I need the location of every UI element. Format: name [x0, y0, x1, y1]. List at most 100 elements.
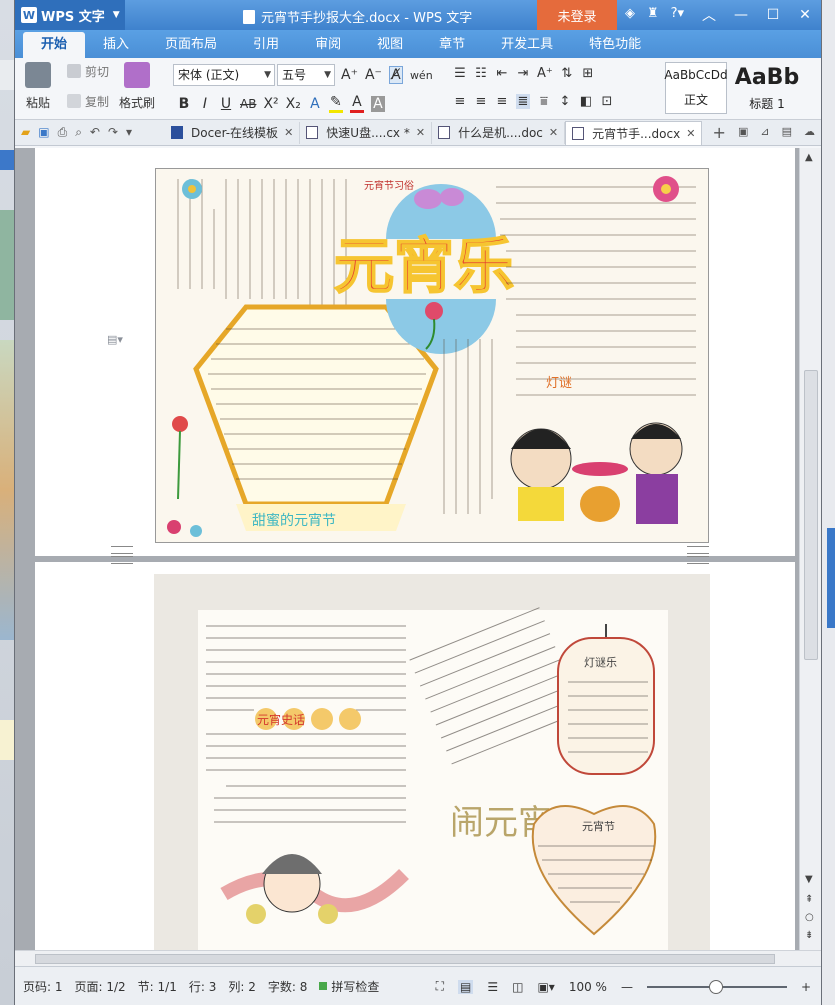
tab-view[interactable]: 视图 [359, 32, 421, 58]
decrease-indent-icon[interactable]: ⇤ [495, 66, 509, 81]
page-1[interactable]: ▤▾ 元宵乐 灯谜 甜蜜的元宵节 元宵节习俗 [35, 148, 795, 556]
table-icon[interactable]: ⊞ [581, 66, 595, 81]
strikethrough-icon[interactable]: AB [240, 97, 256, 111]
tab-page-layout[interactable]: 页面布局 [147, 32, 235, 58]
borders-icon[interactable]: ⊡ [600, 94, 614, 109]
style-heading-1[interactable]: AaBb 标题 1 [727, 62, 807, 114]
web-view-icon[interactable]: ◫ [512, 980, 523, 994]
pinyin-icon[interactable]: wén [410, 69, 433, 82]
window-icon[interactable]: ▣ [738, 125, 748, 138]
tab-review[interactable]: 审阅 [297, 32, 359, 58]
close-tab-icon[interactable]: ✕ [416, 126, 425, 139]
font-name-select[interactable]: 宋体 (正文) ▼ [173, 64, 275, 86]
zoom-out-icon[interactable]: — [621, 980, 633, 994]
char-shading-icon[interactable]: A [370, 95, 385, 112]
shrink-font-icon[interactable]: A⁻ [365, 67, 382, 83]
horizontal-scrollbar[interactable] [15, 950, 821, 966]
app-menu-button[interactable]: W WPS 文字 ▼ [15, 0, 125, 30]
new-tab-icon[interactable]: + [712, 123, 725, 142]
copy-button[interactable]: 复制 [67, 90, 109, 112]
tab-insert[interactable]: 插入 [85, 32, 147, 58]
align-left-icon[interactable]: ≡ [453, 94, 467, 109]
shading-icon[interactable]: ◧ [579, 94, 593, 109]
font-size-select[interactable]: 五号 ▼ [277, 64, 335, 86]
tab-references[interactable]: 引用 [235, 32, 297, 58]
print-preview-icon[interactable]: ⌕ [75, 125, 82, 140]
doc-tab[interactable]: 什么是机....doc ✕ [432, 121, 566, 144]
vertical-scrollbar[interactable]: ▲ ▼ ⇞ ○ ⇟ [799, 148, 821, 950]
doc-tab[interactable]: 快速U盘....cx * ✕ [300, 121, 433, 144]
tab-home[interactable]: 开始 [23, 32, 86, 58]
clear-format-icon[interactable]: A̸ [388, 66, 403, 84]
close-tab-icon[interactable]: ✕ [284, 126, 293, 139]
help-icon[interactable]: ?▾ [671, 6, 684, 21]
maximize-button[interactable]: ☐ [757, 0, 789, 30]
status-section[interactable]: 节: 1/1 [138, 978, 177, 995]
font-color-icon[interactable]: A [349, 94, 364, 113]
save-icon[interactable]: ▣ [38, 125, 49, 140]
scroll-up-icon[interactable]: ▲ [805, 152, 813, 163]
undo-icon[interactable]: ↶ [90, 125, 100, 140]
zoom-slider[interactable] [646, 979, 787, 994]
page-2[interactable]: 元宵史话 灯谜乐 闹元宵 元宵节 [35, 556, 795, 950]
tab-list-icon[interactable]: ▤ [782, 125, 792, 138]
close-tab-icon[interactable]: ✕ [549, 126, 558, 139]
next-page-icon[interactable]: ⇟ [805, 930, 813, 941]
align-center-icon[interactable]: ≡ [474, 94, 488, 109]
vertical-scroll-thumb[interactable] [804, 370, 818, 660]
align-right-icon[interactable]: ≡ [495, 94, 509, 109]
view-options-icon[interactable]: ▣▾ [537, 980, 554, 994]
side-panel-toggle[interactable] [827, 528, 835, 628]
collapse-ribbon-button[interactable]: ︿ [693, 0, 725, 30]
tab-section[interactable]: 章节 [421, 32, 483, 58]
status-col[interactable]: 列: 2 [228, 978, 256, 995]
status-page-number[interactable]: 页码: 1 [23, 978, 63, 995]
paste-button[interactable]: 粘贴 [25, 62, 51, 111]
cloud-icon[interactable]: ☁ [804, 125, 815, 138]
skin-icon[interactable]: ◈ [625, 6, 635, 21]
change-case-icon[interactable]: A⁺ [537, 66, 553, 81]
print-icon[interactable]: ⎙ [58, 125, 68, 140]
close-tab-icon[interactable]: ✕ [686, 127, 695, 140]
prev-page-icon[interactable]: ⇞ [805, 894, 813, 905]
format-painter-button[interactable]: 格式刷 [119, 62, 155, 111]
close-button[interactable]: ✕ [789, 0, 821, 30]
fullscreen-view-icon[interactable]: ⛶ [436, 979, 444, 994]
distribute-icon[interactable]: ⩸ [537, 94, 551, 109]
zoom-level[interactable]: 100 % [569, 980, 607, 994]
sort-icon[interactable]: ⇅ [560, 66, 574, 81]
zoom-in-icon[interactable]: + [801, 980, 811, 994]
superscript-icon[interactable]: X² [263, 96, 278, 112]
grow-font-icon[interactable]: A⁺ [341, 67, 358, 83]
cut-button[interactable]: 剪切 [67, 60, 109, 82]
zoom-slider-knob[interactable] [708, 979, 723, 994]
status-row[interactable]: 行: 3 [189, 978, 217, 995]
login-button[interactable]: 未登录 [537, 0, 617, 30]
bold-icon[interactable]: B [177, 96, 191, 112]
status-pages[interactable]: 页面: 1/2 [75, 978, 126, 995]
shirt-icon[interactable]: ♜ [647, 6, 659, 21]
tab-developer[interactable]: 开发工具 [483, 32, 571, 58]
page-view-icon[interactable]: ▤ [457, 979, 474, 994]
increase-indent-icon[interactable]: ⇥ [516, 66, 530, 81]
bullets-icon[interactable]: ☰ [453, 66, 467, 81]
tab-special[interactable]: 特色功能 [571, 32, 659, 58]
doc-tab-active[interactable]: 元宵节手...docx ✕ [565, 120, 703, 145]
minimize-button[interactable]: — [725, 0, 757, 30]
redo-icon[interactable]: ↷ [108, 125, 118, 140]
open-icon[interactable]: ▰ [21, 125, 30, 140]
underline-icon[interactable]: U [219, 96, 233, 112]
document-area[interactable]: ▤▾ 元宵乐 灯谜 甜蜜的元宵节 元宵节习俗 元宵史话 灯谜乐 闹元宵 元宵节 [15, 148, 821, 950]
select-browse-icon[interactable]: ○ [805, 912, 814, 923]
outline-view-icon[interactable]: ☰ [487, 980, 498, 994]
pin-icon[interactable]: ⊿ [760, 125, 769, 138]
text-effect-icon[interactable]: A [308, 96, 322, 112]
style-normal[interactable]: AaBbCcDd 正文 [664, 62, 728, 114]
line-spacing-icon[interactable]: ↕ [558, 94, 572, 109]
status-word-count[interactable]: 字数: 8 [268, 978, 308, 995]
justify-icon[interactable]: ≣ [516, 94, 530, 109]
horizontal-scroll-thumb[interactable] [35, 954, 775, 964]
spell-check-button[interactable]: 拼写检查 [319, 978, 379, 995]
scroll-down-icon[interactable]: ▼ [805, 874, 813, 885]
numbering-icon[interactable]: ☷ [474, 66, 488, 81]
